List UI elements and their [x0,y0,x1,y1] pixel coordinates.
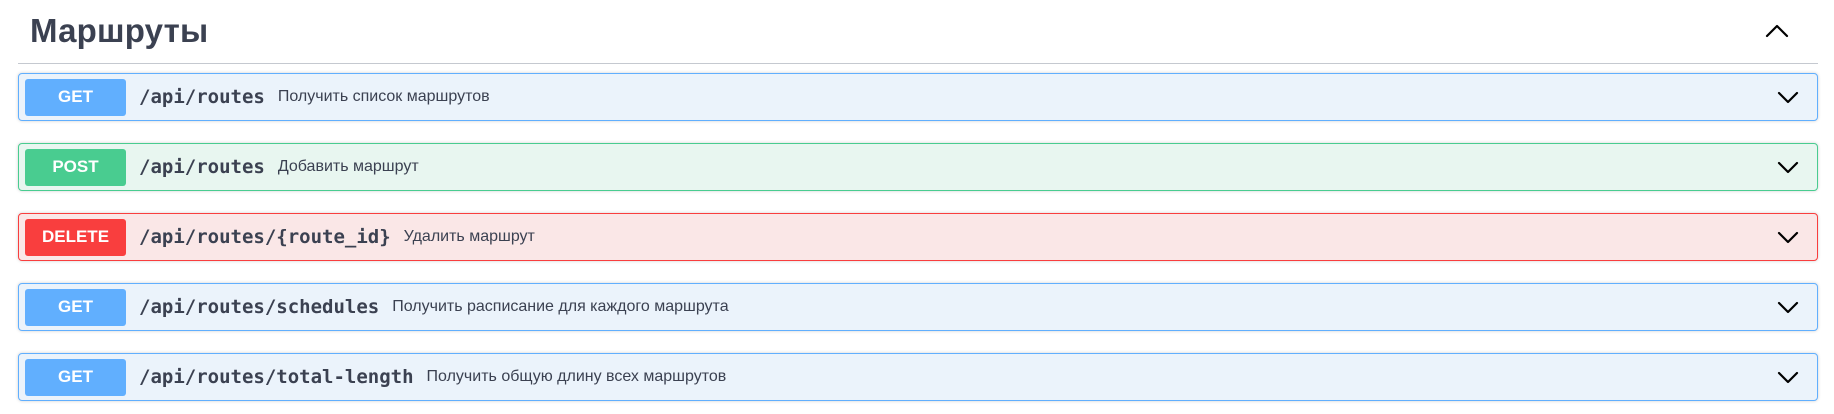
chevron-down-icon[interactable] [1773,224,1803,250]
operation-path: /api/routes/{route_id} [139,226,391,248]
operation-summary: Добавить маршрут [277,158,419,175]
method-badge-get: GET [25,288,126,326]
method-badge-get: GET [25,78,126,116]
method-badge-delete: DELETE [25,218,126,256]
tag-title: Маршруты [30,12,209,49]
operation-path: /api/routes [139,156,265,178]
operation-post-routes[interactable]: POST /api/routes Добавить маршрут [18,143,1818,191]
tag-header[interactable]: Маршруты [18,0,1818,64]
operation-summary: Получить общую длину всех маршрутов [426,368,727,385]
method-badge-post: POST [25,148,126,186]
operation-get-total-length[interactable]: GET /api/routes/total-length Получить об… [18,353,1818,401]
operation-get-routes[interactable]: GET /api/routes Получить список маршруто… [18,73,1818,121]
operation-delete-route[interactable]: DELETE /api/routes/{route_id} Удалить ма… [18,213,1818,261]
operation-summary: Получить список маршрутов [277,88,490,105]
chevron-down-icon[interactable] [1773,364,1803,390]
chevron-down-icon[interactable] [1773,84,1803,110]
chevron-down-icon[interactable] [1773,294,1803,320]
chevron-up-icon[interactable] [1762,18,1792,44]
operation-path: /api/routes [139,86,265,108]
operation-path: /api/routes/schedules [139,296,380,318]
operation-get-schedules[interactable]: GET /api/routes/schedules Получить распи… [18,283,1818,331]
method-badge-get: GET [25,358,126,396]
chevron-down-icon[interactable] [1773,154,1803,180]
operation-path: /api/routes/total-length [139,366,414,388]
tag-section-routes: Маршруты GET /api/routes Получить список… [18,0,1818,401]
operation-summary: Получить расписание для каждого маршрута [392,298,729,315]
operation-summary: Удалить маршрут [403,228,535,245]
